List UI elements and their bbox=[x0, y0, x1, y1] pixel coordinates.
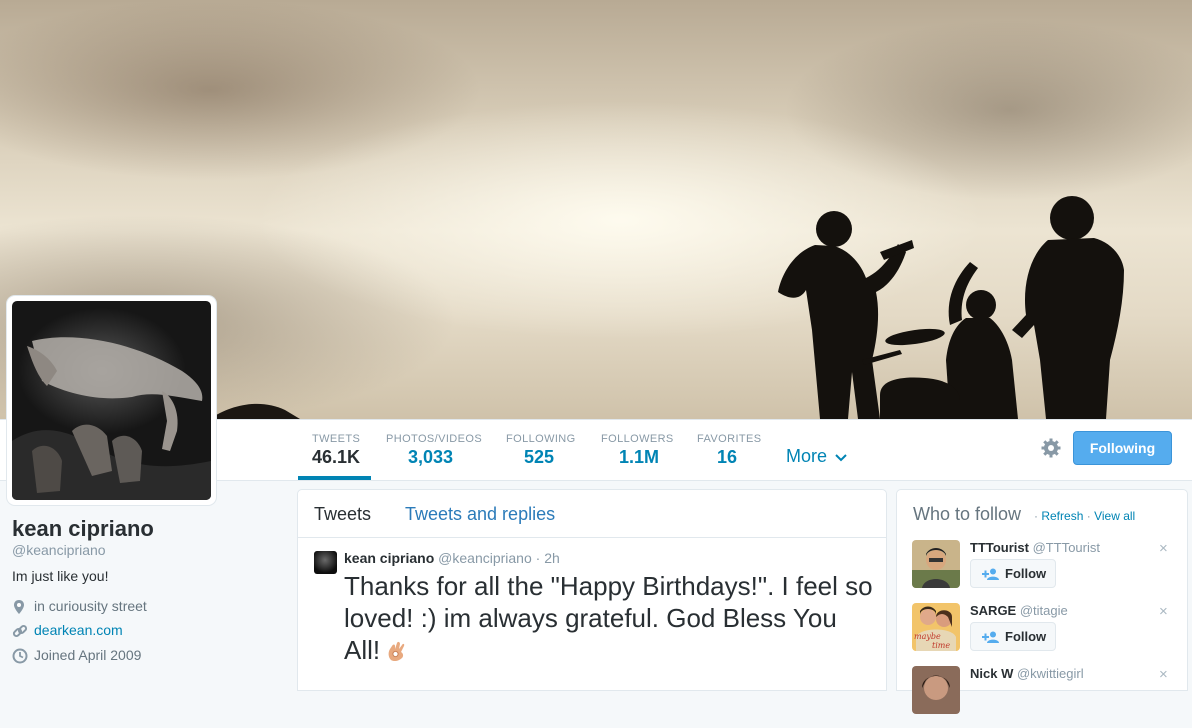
stat-favorites-value: 16 bbox=[717, 447, 738, 467]
tab-tweets-and-replies[interactable]: Tweets and replies bbox=[405, 504, 555, 525]
follow-button[interactable]: Follow bbox=[970, 559, 1056, 588]
avatar-photo bbox=[12, 337, 211, 500]
suggestion-handle[interactable]: @titagie bbox=[1020, 603, 1068, 618]
close-icon[interactable]: × bbox=[1159, 603, 1168, 620]
view-all-link[interactable]: View all bbox=[1094, 509, 1135, 523]
suggestion-item: Nick W @kwittiegirl × bbox=[897, 666, 1187, 728]
stat-tweets-value: 46.1K bbox=[312, 447, 361, 467]
add-user-icon bbox=[982, 568, 999, 580]
stat-photos-videos[interactable]: PHOTOS/VIDEOS 3,033 bbox=[386, 420, 483, 480]
suggestion-name[interactable]: TTTourist bbox=[970, 540, 1029, 555]
follow-button[interactable]: Follow bbox=[970, 622, 1056, 651]
suggestion-avatar-photo bbox=[912, 540, 960, 588]
profile-location: in curiousity street bbox=[12, 598, 212, 616]
stat-following-value: 525 bbox=[524, 447, 555, 467]
suggestion-avatar[interactable]: maybe time bbox=[912, 603, 960, 651]
suggestion-name[interactable]: Nick W bbox=[970, 666, 1013, 681]
close-icon[interactable]: × bbox=[1159, 666, 1168, 683]
profile-name[interactable]: kean cipriano bbox=[12, 516, 154, 542]
who-to-follow-links: · Refresh · View all bbox=[1034, 509, 1135, 523]
suggestion-avatar[interactable] bbox=[912, 540, 960, 588]
tab-tweets[interactable]: Tweets bbox=[314, 504, 371, 525]
avatar-text: time bbox=[932, 641, 950, 650]
stat-favorites[interactable]: FAVORITES 16 bbox=[697, 420, 762, 480]
location-pin-icon bbox=[14, 600, 24, 614]
stat-tweets[interactable]: TWEETS 46.1K bbox=[298, 420, 371, 480]
avatar[interactable] bbox=[12, 301, 211, 500]
more-label: More bbox=[786, 446, 828, 466]
profile-handle[interactable]: @keancipriano bbox=[12, 542, 106, 558]
suggestion-avatar[interactable] bbox=[912, 666, 960, 714]
profile-joined: Joined April 2009 bbox=[12, 647, 212, 665]
suggestion-name[interactable]: SARGE bbox=[970, 603, 1016, 618]
suggestion-item: TTTourist @TTTourist × Follow bbox=[897, 540, 1187, 602]
who-to-follow-title: Who to follow bbox=[913, 504, 1022, 524]
profile-joined-text: Joined April 2009 bbox=[34, 647, 142, 663]
ok-hand-emoji-icon bbox=[388, 641, 405, 662]
tweet-timestamp[interactable]: 2h bbox=[544, 550, 560, 566]
suggestion-name-line: SARGE @titagie bbox=[970, 603, 1068, 618]
suggestion-name-line: Nick W @kwittiegirl bbox=[970, 666, 1084, 681]
following-button[interactable]: Following bbox=[1073, 431, 1172, 465]
stat-photos-videos-label: PHOTOS/VIDEOS bbox=[386, 433, 483, 445]
stat-followers[interactable]: FOLLOWERS 1.1M bbox=[601, 420, 674, 480]
tweet-separator: · bbox=[535, 550, 541, 566]
clock-icon bbox=[12, 648, 28, 664]
tweet-author-name[interactable]: kean cipriano bbox=[344, 550, 434, 566]
profile-location-text: in curiousity street bbox=[34, 598, 147, 614]
stat-following[interactable]: FOLLOWING 525 bbox=[506, 420, 576, 480]
suggestion-handle[interactable]: @kwittiegirl bbox=[1017, 666, 1084, 681]
stat-following-label: FOLLOWING bbox=[506, 433, 576, 445]
tweet-author-handle[interactable]: @keancipriano bbox=[438, 550, 532, 566]
stat-tweets-label: TWEETS bbox=[312, 433, 361, 445]
profile-bio: Im just like you! bbox=[12, 568, 109, 584]
timeline-tabs: Tweets Tweets and replies bbox=[298, 490, 886, 538]
tweet-text: Thanks for all the "Happy Birthdays!". I… bbox=[344, 570, 874, 666]
tweet-header: kean cipriano @keancipriano · 2h bbox=[344, 550, 560, 566]
avatar-text: maybe bbox=[914, 632, 941, 641]
gear-icon[interactable] bbox=[1040, 437, 1062, 459]
add-user-icon bbox=[982, 631, 999, 643]
stat-followers-label: FOLLOWERS bbox=[601, 433, 674, 445]
tweet-author-avatar[interactable] bbox=[314, 551, 337, 574]
suggestion-name-line: TTTourist @TTTourist bbox=[970, 540, 1100, 555]
active-tab-indicator bbox=[298, 476, 371, 480]
more-dropdown[interactable]: More bbox=[786, 446, 847, 467]
follow-button-label: Follow bbox=[1005, 566, 1047, 581]
links-separator: · bbox=[1086, 509, 1091, 523]
links-separator: · bbox=[1034, 509, 1038, 523]
suggestion-item: maybe time SARGE @titagie × Follow bbox=[897, 603, 1187, 665]
profile-website: dearkean.com bbox=[12, 622, 212, 640]
suggestion-handle[interactable]: @TTTourist bbox=[1033, 540, 1100, 555]
stat-followers-value: 1.1M bbox=[619, 447, 660, 467]
stat-favorites-label: FAVORITES bbox=[697, 433, 762, 445]
chevron-down-icon bbox=[835, 454, 847, 462]
tweet-text-body: Thanks for all the "Happy Birthdays!". I… bbox=[344, 571, 873, 665]
follow-button-label: Follow bbox=[1005, 629, 1047, 644]
profile-avatar-frame bbox=[7, 296, 216, 505]
tweet-timeline: Tweets Tweets and replies kean cipriano … bbox=[297, 489, 887, 691]
suggestion-avatar-photo: maybe time bbox=[912, 603, 960, 651]
link-icon bbox=[12, 624, 28, 638]
refresh-link[interactable]: Refresh bbox=[1041, 509, 1083, 523]
profile-website-link[interactable]: dearkean.com bbox=[34, 622, 123, 638]
stat-photos-videos-value: 3,033 bbox=[408, 447, 454, 467]
close-icon[interactable]: × bbox=[1159, 540, 1168, 557]
who-to-follow-module: Who to follow · Refresh · View all TTTou… bbox=[896, 489, 1188, 714]
suggestion-avatar-photo bbox=[912, 666, 960, 714]
